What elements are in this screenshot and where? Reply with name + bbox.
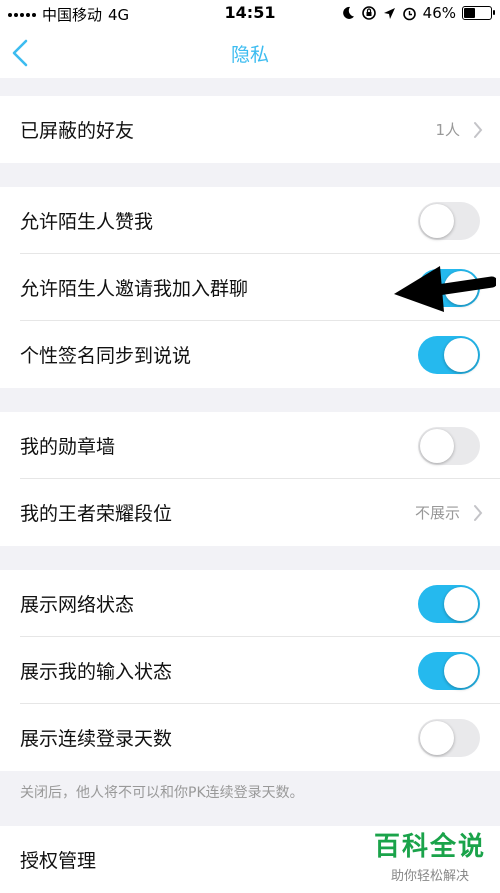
status-right: 46% [341,4,495,22]
battery-fill [464,8,475,18]
signature-sync-row: 个性签名同步到说说 [0,321,500,388]
toggle-knob [444,654,478,688]
medal-wall-label: 我的勋章墙 [20,436,116,458]
alarm-icon [402,7,416,20]
toggle-knob [444,338,478,372]
status-group: 展示网络状态 展示我的输入状态 展示连续登录天数 [0,570,500,771]
auth-management-label: 授权管理 [20,850,97,872]
blocked-friends-label: 已屏蔽的好友 [20,120,135,142]
chevron-right-icon [474,122,483,138]
typing-status-label: 展示我的输入状态 [20,661,173,683]
chevron-right-icon [474,505,483,521]
page-title: 隐私 [230,44,269,66]
allow-stranger-like-row: 允许陌生人赞我 [0,187,500,254]
nav-bar: 隐私 [0,28,500,78]
profile-group: 我的勋章墙 我的王者荣耀段位 不展示 [0,412,500,546]
toggle-knob [420,429,454,463]
blocked-friends-count: 1人 [435,121,460,139]
blocked-friends-row[interactable]: 已屏蔽的好友 1人 [0,96,500,163]
game-rank-row[interactable]: 我的王者荣耀段位 不展示 [0,479,500,546]
allow-stranger-invite-label: 允许陌生人邀请我加入群聊 [20,278,249,300]
network-status-label: 展示网络状态 [20,594,135,616]
login-days-label: 展示连续登录天数 [20,728,173,750]
moon-icon [342,6,354,19]
toggle-knob [420,204,454,238]
network-status-row: 展示网络状态 [0,570,500,637]
rotation-lock-icon [361,6,376,20]
watermark-brand: 百科全说 [373,832,486,862]
allow-stranger-like-toggle[interactable] [418,202,480,240]
toggle-knob [444,587,478,621]
login-days-toggle[interactable] [418,719,480,757]
network-status-toggle[interactable] [418,585,480,623]
status-bar: 中国移动 4G 14:51 46% [0,0,500,28]
watermark-logo: 百科全说 助你轻松解决 [366,826,494,886]
game-rank-label: 我的王者荣耀段位 [20,503,173,525]
login-days-row: 展示连续登录天数 [0,704,500,771]
signature-sync-toggle[interactable] [418,336,480,374]
signature-sync-label: 个性签名同步到说说 [20,345,192,367]
watermark-slogan: 助你轻松解决 [390,869,469,884]
battery-percent: 46% [422,4,456,22]
annotation-arrow-icon [394,266,496,312]
location-icon [383,7,395,19]
typing-status-toggle[interactable] [418,652,480,690]
blocked-group: 已屏蔽的好友 1人 [0,96,500,163]
login-days-note: 关闭后，他人将不可以和你PK连续登录天数。 [20,785,304,801]
medal-wall-row: 我的勋章墙 [0,412,500,479]
typing-status-row: 展示我的输入状态 [0,637,500,704]
battery-icon [462,6,495,20]
game-rank-value: 不展示 [414,504,460,522]
allow-stranger-like-label: 允许陌生人赞我 [20,211,154,233]
medal-wall-toggle[interactable] [418,427,480,465]
toggle-knob [420,721,454,755]
